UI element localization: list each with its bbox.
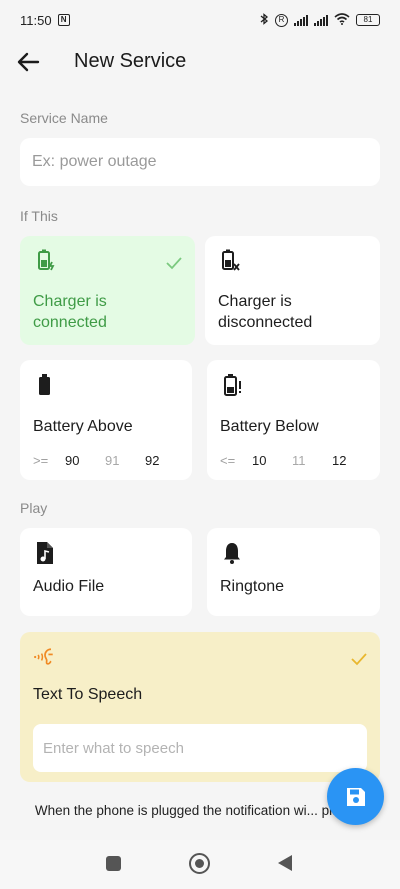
back-icon[interactable] (278, 855, 292, 871)
condition-label: Battery Below (220, 418, 319, 435)
value-option[interactable]: 90 (65, 453, 105, 468)
condition-charger-connected[interactable]: Charger is connected (20, 236, 195, 345)
value-option[interactable]: 12 (332, 453, 372, 468)
system-nav-bar (0, 840, 400, 889)
battery-below-picker[interactable]: <= 10 11 12 (220, 453, 372, 468)
battery-alert-icon (224, 374, 241, 396)
save-button[interactable] (327, 768, 384, 825)
battery-above-picker[interactable]: >= 90 91 92 (33, 453, 185, 468)
condition-battery-below[interactable]: Battery Below <= 10 11 12 (207, 360, 380, 480)
condition-label: Charger is connected (33, 293, 107, 331)
play-option-label: Ringtone (220, 578, 285, 595)
value-option[interactable]: 10 (252, 453, 292, 468)
signal-icon (294, 14, 308, 26)
play-option-label: Text To Speech (33, 686, 143, 703)
play-audio-file[interactable]: Audio File (20, 528, 192, 616)
condition-charger-disconnected[interactable]: Charger is disconnected (205, 236, 380, 345)
arrow-left-icon[interactable] (16, 50, 42, 74)
service-name-label: Service Name (20, 110, 108, 126)
operator-label: >= (33, 453, 49, 468)
value-option[interactable]: 91 (105, 453, 145, 468)
speech-icon (34, 648, 53, 665)
play-label: Play (20, 500, 48, 516)
condition-battery-above[interactable]: Battery Above >= 90 91 92 (20, 360, 192, 480)
speech-text-input[interactable]: Enter what to speech (33, 724, 367, 772)
app-bar: New Service (0, 40, 400, 84)
operator-label: <= (220, 453, 236, 468)
battery-icon: 81 (356, 14, 380, 26)
status-bar: 11:50 N R 81 (0, 0, 400, 40)
value-option[interactable]: 92 (145, 453, 185, 468)
audio-file-icon (37, 542, 53, 564)
if-this-label: If This (20, 208, 58, 224)
bluetooth-icon (260, 12, 269, 28)
check-icon (166, 257, 182, 270)
signal-icon-2 (314, 14, 328, 26)
play-ringtone[interactable]: Ringtone (207, 528, 380, 616)
battery-charging-icon (38, 249, 55, 271)
play-text-to-speech[interactable]: Text To Speech Enter what to speech (20, 632, 380, 782)
registered-icon: R (275, 13, 288, 27)
page-title: New Service (74, 50, 187, 72)
condition-label: Charger is disconnected (218, 293, 313, 331)
value-option[interactable]: 11 (292, 453, 332, 468)
condition-label: Battery Above (33, 418, 133, 435)
battery-unplugged-icon (222, 249, 240, 271)
battery-full-icon (39, 374, 50, 395)
status-time: 11:50 (20, 12, 52, 28)
save-icon (346, 787, 365, 806)
home-icon[interactable] (189, 853, 210, 874)
play-option-label: Audio File (33, 578, 105, 595)
bell-icon (224, 543, 240, 564)
description-text: When the phone is plugged the notificati… (34, 803, 366, 818)
wifi-icon (334, 12, 350, 28)
recents-icon[interactable] (106, 856, 121, 871)
service-name-input[interactable]: Ex: power outage (20, 138, 380, 186)
nfc-icon: N (57, 14, 70, 26)
check-icon (351, 653, 367, 666)
